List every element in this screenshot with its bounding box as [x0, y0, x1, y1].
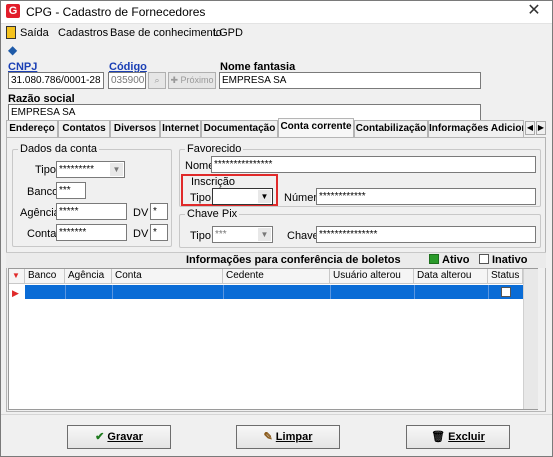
exit-door-icon[interactable]: [6, 26, 16, 39]
dv-agencia-label: DV: [133, 207, 149, 219]
boletos-grid[interactable]: ▼ Banco Agência Conta Cedente Usuário al…: [8, 268, 538, 410]
row-divider: [223, 285, 224, 299]
col-conta[interactable]: Conta: [112, 269, 223, 284]
excluir-label: Excluir: [448, 431, 485, 443]
window-title: CPG - Cadastro de Fornecedores: [26, 5, 206, 19]
proximo-button[interactable]: ✚ Próximo: [168, 72, 216, 89]
menu-lgpd[interactable]: LGPD: [213, 27, 243, 39]
gravar-label: Gravar: [107, 431, 143, 443]
excluir-button[interactable]: 🗑 Excluir: [406, 425, 510, 449]
chevron-down-icon: ▼: [110, 163, 123, 176]
agencia-label: Agência: [20, 207, 60, 219]
tab-scroll-left-icon[interactable]: ◀: [525, 121, 535, 135]
row-pointer-icon: ▶: [12, 288, 19, 298]
cnpj-field[interactable]: 31.080.786/0001-28: [8, 72, 104, 89]
inativo-legend-icon: [479, 254, 489, 264]
tab-scroll-right-icon[interactable]: ▶: [536, 121, 546, 135]
banco-label: Banco: [27, 186, 59, 198]
favorecido-title: Favorecido: [185, 143, 244, 155]
table-row[interactable]: [25, 285, 523, 299]
binoculars-search-icon[interactable]: ⌕: [148, 72, 166, 89]
row-divider: [65, 285, 66, 299]
chevron-down-icon: ▼: [258, 190, 271, 203]
close-button[interactable]: ✕: [516, 0, 552, 22]
tab-documentacao[interactable]: Documentação: [201, 120, 278, 138]
tipo-conta-label: Tipo: [35, 164, 56, 176]
tab-conta-corrente[interactable]: Conta corrente: [278, 118, 354, 138]
conta-field[interactable]: *******: [56, 224, 127, 241]
nome-favorecido-field[interactable]: ***************: [211, 156, 536, 173]
banco-field[interactable]: ***: [56, 182, 86, 199]
sort-arrow-icon[interactable]: ▼: [9, 269, 25, 284]
tab-endereco[interactable]: Endereço: [6, 120, 58, 138]
status-checkbox[interactable]: [501, 287, 511, 297]
codigo-field[interactable]: 035900: [108, 72, 146, 89]
conta-label: Conta: [27, 228, 57, 240]
app-logo-icon: G: [6, 4, 20, 18]
numero-field[interactable]: ************: [316, 188, 536, 205]
col-cedente[interactable]: Cedente: [223, 269, 330, 284]
inscricao-tipo-label: Tipo: [190, 192, 211, 204]
chevron-down-icon: ▼: [258, 228, 271, 241]
col-data-alterou[interactable]: Data alterou: [414, 269, 488, 284]
vertical-scrollbar[interactable]: [523, 269, 538, 409]
ativo-legend-icon: [429, 254, 439, 264]
broom-icon: ✎: [263, 431, 276, 443]
save-check-icon: ✔: [95, 431, 108, 443]
tab-strip: Endereço Contatos Diversos Internet Docu…: [6, 118, 546, 138]
row-divider: [330, 285, 331, 299]
nome-favorecido-label: Nome: [185, 160, 215, 172]
menu-saida[interactable]: Saída: [20, 27, 49, 39]
col-agencia[interactable]: Agência: [65, 269, 112, 284]
row-divider: [112, 285, 113, 299]
inscricao-title: Inscrição: [189, 176, 238, 188]
inscricao-tipo-select[interactable]: ▼: [212, 188, 273, 205]
col-usuario-alterou[interactable]: Usuário alterou: [330, 269, 414, 284]
chave-label: Chave: [287, 230, 319, 242]
row-divider: [414, 285, 415, 299]
dv-conta-field[interactable]: *: [150, 224, 168, 241]
tab-informacoes-adicionais[interactable]: Informações Adiciona: [428, 120, 524, 138]
pin-icon[interactable]: ◆: [8, 44, 19, 56]
dados-conta-title: Dados da conta: [18, 143, 100, 155]
nome-fantasia-field[interactable]: EMPRESA SA: [219, 72, 481, 89]
tab-contatos[interactable]: Contatos: [58, 120, 110, 138]
next-icon: ✚: [170, 75, 181, 85]
menu-base-conhecimento[interactable]: Base de conhecimento: [110, 27, 222, 39]
pix-tipo-select[interactable]: *** ▼: [212, 226, 273, 243]
col-status[interactable]: Status: [488, 269, 523, 284]
proximo-label: Próximo: [180, 75, 214, 85]
col-banco[interactable]: Banco: [25, 269, 65, 284]
inativo-label: Inativo: [492, 254, 528, 266]
menu-cadastros[interactable]: Cadastros: [58, 27, 108, 39]
agencia-field[interactable]: *****: [56, 203, 127, 220]
row-divider: [488, 285, 489, 299]
tab-diversos[interactable]: Diversos: [110, 120, 160, 138]
tab-contabilizacao[interactable]: Contabilização: [354, 120, 428, 138]
ativo-label: Ativo: [442, 254, 470, 266]
razao-social-field[interactable]: EMPRESA SA: [8, 104, 481, 121]
dv-conta-label: DV: [133, 228, 149, 240]
chave-pix-title: Chave Pix: [185, 208, 240, 220]
trash-icon: 🗑: [431, 431, 449, 443]
dv-agencia-field[interactable]: *: [150, 203, 168, 220]
tipo-conta-select[interactable]: ********* ▼: [56, 161, 125, 178]
chave-field[interactable]: ***************: [316, 226, 536, 243]
tab-internet[interactable]: Internet: [160, 120, 201, 138]
boletos-title: Informações para conferência de boletos: [186, 254, 401, 266]
limpar-button[interactable]: ✎ Limpar: [236, 425, 340, 449]
pix-tipo-label: Tipo: [190, 230, 211, 242]
gravar-button[interactable]: ✔ Gravar: [67, 425, 171, 449]
limpar-label: Limpar: [275, 431, 313, 443]
